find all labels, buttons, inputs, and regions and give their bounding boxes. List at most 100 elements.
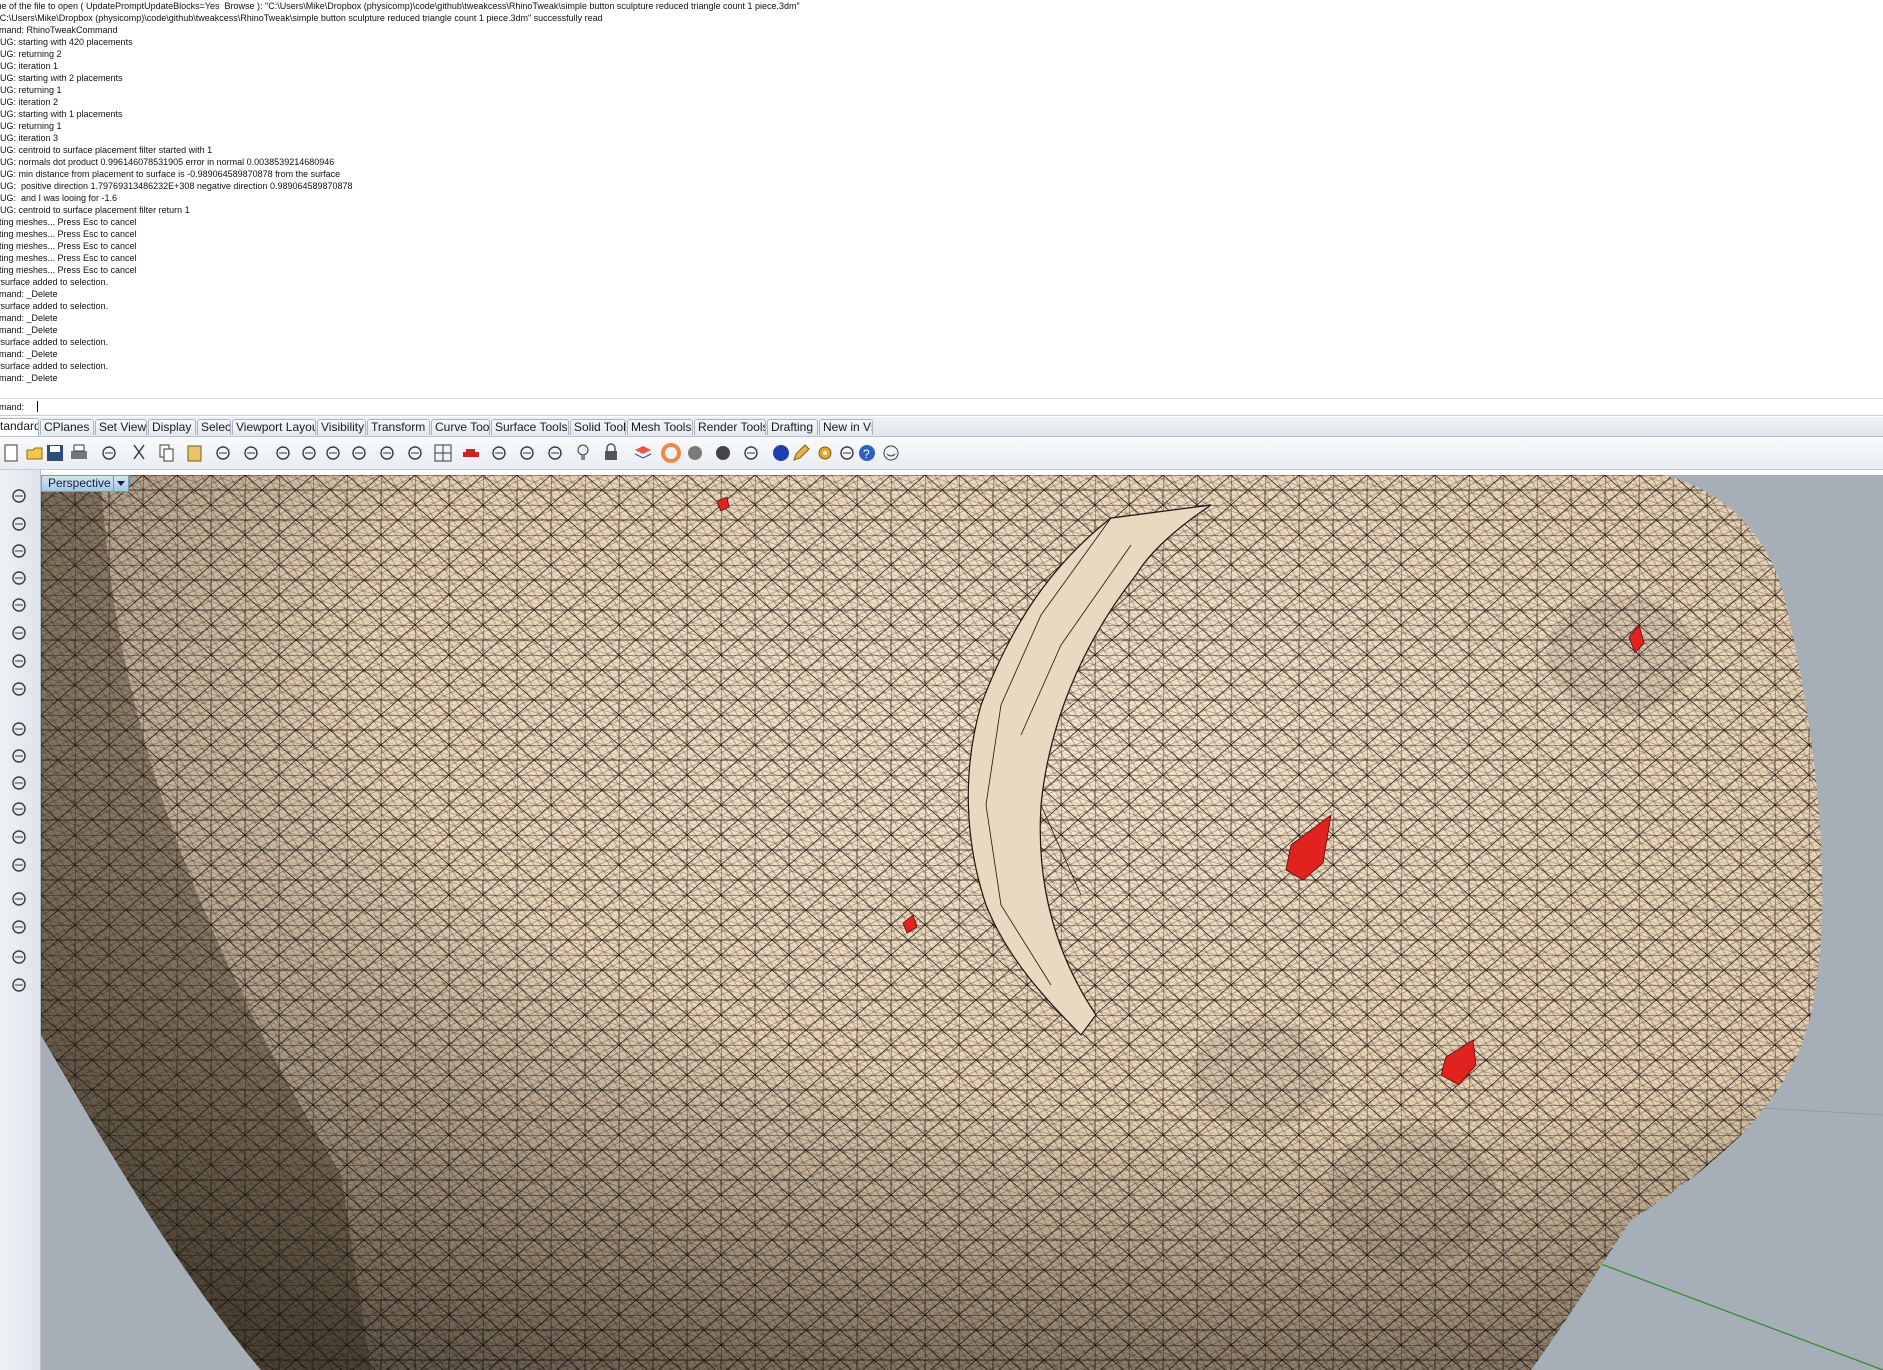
cut-icon[interactable] bbox=[128, 442, 150, 464]
tab-tandard[interactable]: tandard bbox=[0, 418, 39, 436]
copy-icon[interactable] bbox=[156, 442, 178, 464]
car-icon[interactable] bbox=[460, 442, 482, 464]
box-edit-icon[interactable] bbox=[4, 854, 34, 876]
layer-icon[interactable] bbox=[632, 442, 654, 464]
grid-snap-icon[interactable] bbox=[516, 442, 538, 464]
fillet-icon[interactable] bbox=[4, 798, 34, 820]
zoom-selected-icon[interactable] bbox=[376, 442, 398, 464]
history-line: BUG: starting with 1 placements bbox=[0, 109, 123, 119]
history-line: BUG: returning 1 bbox=[0, 121, 62, 131]
history-line: lysurface added to selection. bbox=[0, 337, 109, 347]
help-icon[interactable]: ? bbox=[856, 442, 878, 464]
history-line: ating meshes... Press Esc to cancel bbox=[0, 229, 137, 239]
new-icon[interactable] bbox=[0, 442, 22, 464]
transform-icon[interactable] bbox=[4, 745, 34, 767]
zoom-extents-icon[interactable] bbox=[348, 442, 370, 464]
zoom-icon[interactable] bbox=[298, 442, 320, 464]
history-line: lysurface added to selection. bbox=[0, 301, 109, 311]
color-wheel-icon[interactable] bbox=[660, 442, 682, 464]
save-icon[interactable] bbox=[44, 442, 66, 464]
point-icon[interactable] bbox=[4, 485, 34, 507]
mesh-bump bbox=[1191, 1020, 1331, 1130]
tab-transform[interactable]: Transform bbox=[367, 419, 430, 435]
history-line: me of the file to open ( UpdatePromptUpd… bbox=[0, 1, 800, 11]
chevron-down-icon[interactable] bbox=[113, 476, 128, 491]
shaded-sphere-icon[interactable] bbox=[684, 442, 706, 464]
tab-mesh-tools[interactable]: Mesh Tools bbox=[627, 419, 693, 435]
history-line: lysurface added to selection. bbox=[0, 277, 109, 287]
four-viewports-icon[interactable] bbox=[432, 442, 454, 464]
command-history[interactable]: me of the file to open ( UpdatePromptUpd… bbox=[0, 0, 1883, 396]
rotate-view-icon[interactable] bbox=[272, 442, 294, 464]
history-line: ating meshes... Press Esc to cancel bbox=[0, 241, 137, 251]
history-line: "C:\Users\Mike\Dropbox (physicomp)\code\… bbox=[0, 13, 603, 23]
history-line: BUG: iteration 2 bbox=[0, 97, 59, 107]
main-side-toolbar bbox=[0, 470, 41, 1370]
grid-dimension-icon[interactable] bbox=[836, 442, 858, 464]
history-line: BUG: centroid to surface placement filte… bbox=[0, 145, 213, 155]
polyline-icon[interactable] bbox=[4, 513, 34, 535]
drafting-icon[interactable] bbox=[4, 718, 34, 740]
history-line: BUG: centroid to surface placement filte… bbox=[0, 205, 190, 215]
history-line: ating meshes... Press Esc to cancel bbox=[0, 217, 137, 227]
mesh-bump bbox=[1326, 1125, 1496, 1265]
viewport-canvas[interactable] bbox=[41, 475, 1883, 1370]
wireframe-icon[interactable] bbox=[488, 442, 510, 464]
history-line: BUG: starting with 420 placements bbox=[0, 37, 133, 47]
undo-icon[interactable] bbox=[212, 442, 234, 464]
plug-in-icon[interactable] bbox=[4, 916, 34, 938]
tab-render-tools[interactable]: Render Tools bbox=[694, 419, 766, 435]
extrude-icon[interactable] bbox=[4, 678, 34, 700]
dimension-icon[interactable] bbox=[4, 888, 34, 910]
pan-icon[interactable] bbox=[240, 442, 262, 464]
tab-surface-tools[interactable]: Surface Tools bbox=[491, 419, 569, 435]
surface-icon[interactable] bbox=[4, 622, 34, 644]
select-icon[interactable] bbox=[544, 442, 566, 464]
paste-icon[interactable] bbox=[184, 442, 206, 464]
history-line: BUG: and I was looing for -1.6 bbox=[0, 193, 118, 203]
perspective-viewport[interactable] bbox=[41, 475, 1883, 1370]
rendered-sphere-icon[interactable] bbox=[712, 442, 734, 464]
viewport-title-tab[interactable]: Perspective bbox=[41, 475, 129, 492]
move-icon[interactable] bbox=[4, 826, 34, 848]
tab-drafting[interactable]: Drafting bbox=[767, 419, 818, 435]
print-icon[interactable] bbox=[68, 442, 90, 464]
blue-sphere-icon[interactable] bbox=[770, 442, 792, 464]
command-line[interactable]: nmand: bbox=[0, 398, 1883, 416]
tab-solid-tools[interactable]: Solid Tools bbox=[570, 419, 626, 435]
tab-set-view[interactable]: Set View bbox=[95, 419, 147, 435]
tab-visibility[interactable]: Visibility bbox=[317, 419, 366, 435]
render-icon[interactable] bbox=[740, 442, 762, 464]
light-icon[interactable] bbox=[572, 442, 594, 464]
lock-icon[interactable] bbox=[600, 442, 622, 464]
pencil-icon[interactable] bbox=[790, 442, 812, 464]
gear-icon[interactable] bbox=[814, 442, 836, 464]
curve-icon[interactable] bbox=[4, 594, 34, 616]
standard-toolbar: ? bbox=[0, 437, 1883, 470]
array-icon[interactable] bbox=[4, 772, 34, 794]
tab-curve-tools[interactable]: Curve Tools bbox=[431, 419, 490, 435]
import-icon[interactable] bbox=[98, 442, 120, 464]
zoom-window-icon[interactable] bbox=[322, 442, 344, 464]
text-caret bbox=[37, 401, 38, 412]
history-line: BUG: returning 1 bbox=[0, 85, 62, 95]
paint-icon[interactable] bbox=[4, 974, 34, 996]
tab-new-in-v5[interactable]: New in V5 bbox=[819, 419, 873, 435]
history-line: BUG: iteration 3 bbox=[0, 133, 59, 143]
undo-view-icon[interactable] bbox=[404, 442, 426, 464]
circle-icon[interactable] bbox=[4, 540, 34, 562]
history-line: ating meshes... Press Esc to cancel bbox=[0, 253, 137, 263]
rectangle-icon[interactable] bbox=[4, 567, 34, 589]
history-line: nmand: _Delete bbox=[0, 289, 58, 299]
tab-display[interactable]: Display bbox=[148, 419, 196, 435]
history-line: nmand: _Delete bbox=[0, 325, 58, 335]
history-line: BUG: min distance from placement to surf… bbox=[0, 169, 341, 179]
tab-viewport-layout[interactable]: Viewport Layout bbox=[232, 419, 316, 435]
check-icon[interactable] bbox=[4, 946, 34, 968]
smile-icon[interactable] bbox=[880, 442, 902, 464]
tab-select[interactable]: Select bbox=[197, 419, 231, 435]
sphere-icon[interactable] bbox=[4, 650, 34, 672]
open-icon[interactable] bbox=[24, 442, 46, 464]
tab-cplanes[interactable]: CPlanes bbox=[40, 419, 94, 435]
viewport-title[interactable]: Perspective bbox=[48, 476, 111, 491]
